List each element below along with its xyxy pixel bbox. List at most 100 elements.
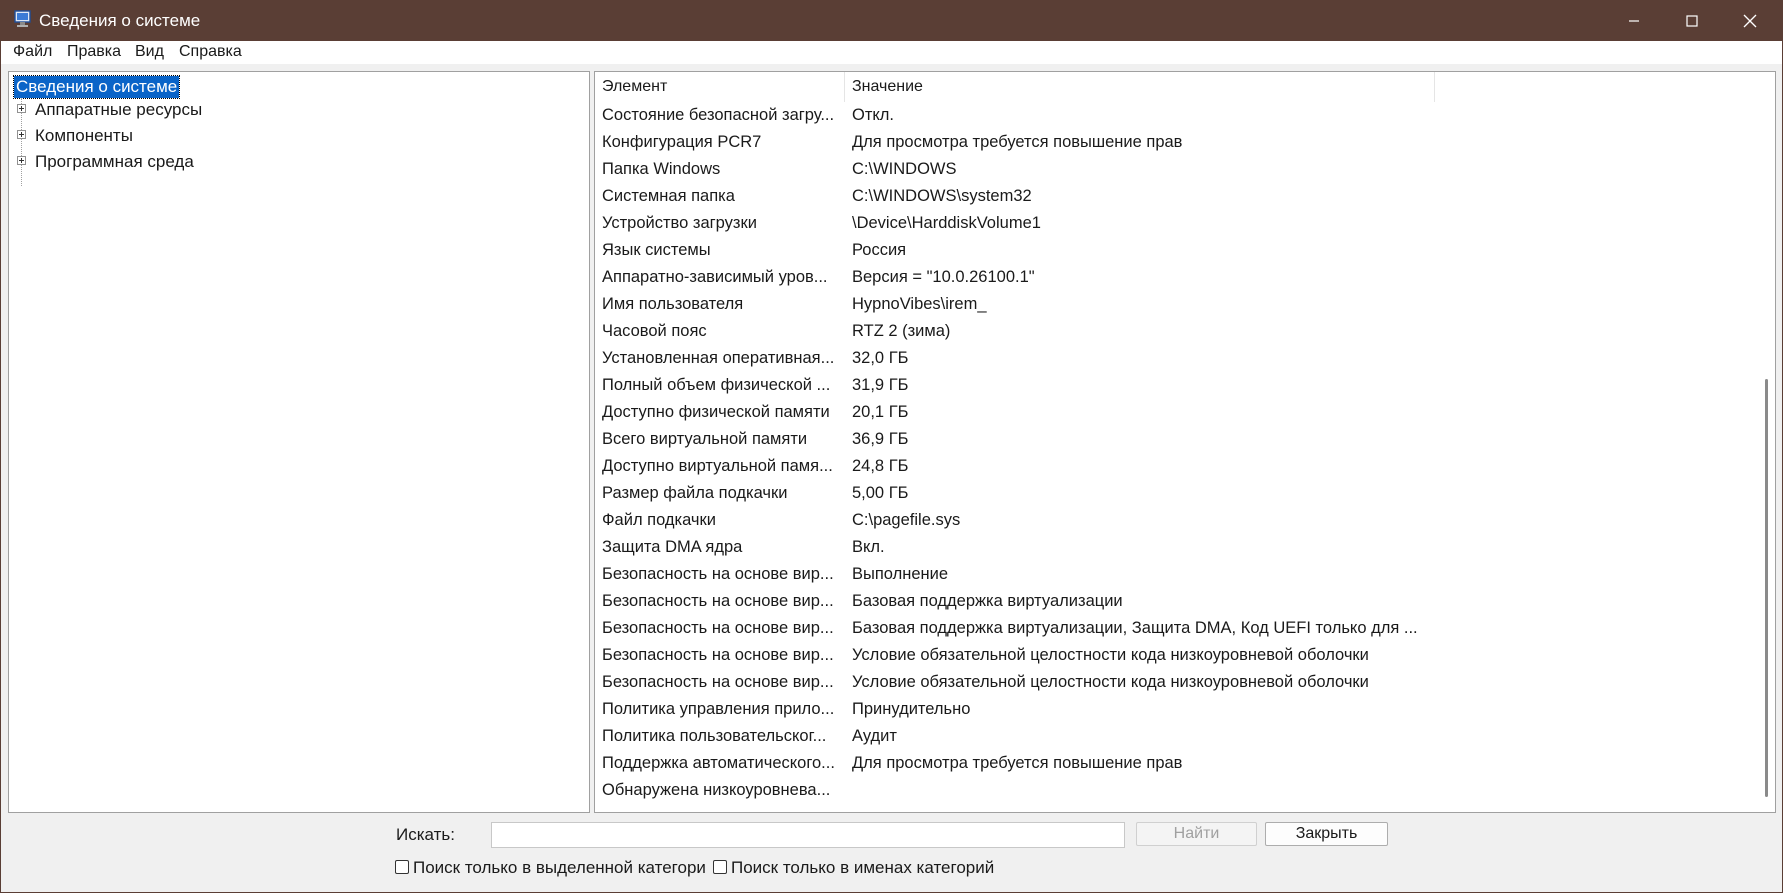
cell-element: Политика пользовательског...: [602, 727, 827, 745]
list-rows: Состояние безопасной загру... Откл. Конфиг…: [595, 102, 1761, 804]
table-row[interactable]: Полный объем физической ... 31,9 ГБ: [595, 372, 1761, 399]
close-icon: [1743, 14, 1757, 28]
table-row[interactable]: Конфигурация PCR7 Для просмотра требуется…: [595, 129, 1761, 156]
cell-element: Установленная оперативная...: [602, 349, 835, 367]
table-row[interactable]: Папка Windows C:\WINDOWS: [595, 156, 1761, 183]
minimize-button[interactable]: [1605, 1, 1663, 41]
title-bar[interactable]: Сведения о системе: [1, 1, 1782, 41]
column-header-element[interactable]: Элемент: [595, 72, 845, 102]
cell-value: Аудит: [852, 727, 897, 745]
cell-element: Состояние безопасной загру...: [602, 106, 835, 124]
cell-value: Базовая поддержка виртуализации, Защита …: [852, 619, 1418, 637]
table-row[interactable]: Имя пользователя HypnoVibes\irem_: [595, 291, 1761, 318]
cell-element: Защита DMA ядра: [602, 538, 743, 556]
table-row[interactable]: Политика управления прило... Принудительн…: [595, 696, 1761, 723]
menu-help[interactable]: Справка: [179, 43, 242, 61]
table-row[interactable]: Безопасность на основе вир... Условие обя…: [595, 669, 1761, 696]
cell-element: Поддержка автоматического...: [602, 754, 835, 772]
tree-item-label: Программная среда: [35, 152, 194, 171]
maximize-button[interactable]: [1663, 1, 1721, 41]
cell-element: Безопасность на основе вир...: [602, 592, 834, 610]
cell-value: Для просмотра требуется повышение прав: [852, 754, 1183, 772]
menu-file[interactable]: Файл: [13, 43, 52, 61]
checkbox-label: Поиск только в выделенной категори: [413, 858, 706, 877]
table-row[interactable]: Всего виртуальной памяти 36,9 ГБ: [595, 426, 1761, 453]
table-row[interactable]: Размер файла подкачки 5,00 ГБ: [595, 480, 1761, 507]
cell-element: Обнаружена низкоуровнева...: [602, 781, 831, 799]
cell-element: Безопасность на основе вир...: [602, 646, 834, 664]
scrollbar-thumb[interactable]: [1765, 379, 1768, 797]
table-row[interactable]: Защита DMA ядра Вкл.: [595, 534, 1761, 561]
cell-value: Условие обязательной целостности кода ни…: [852, 673, 1369, 691]
tree-root-system-summary[interactable]: Сведения о системе: [12, 75, 181, 99]
cell-value: C:\WINDOWS: [852, 160, 957, 178]
table-row[interactable]: Доступно физической памяти 20,1 ГБ: [595, 399, 1761, 426]
menu-view[interactable]: Вид: [135, 43, 164, 61]
category-tree[interactable]: Сведения о системе Аппаратные ресурсы Ко…: [8, 71, 590, 813]
menu-bar: Файл Правка Вид Справка: [1, 41, 1782, 64]
table-row[interactable]: Политика пользовательског... Аудит: [595, 723, 1761, 750]
table-row[interactable]: Файл подкачки C:\pagefile.sys: [595, 507, 1761, 534]
table-row[interactable]: Часовой пояс RTZ 2 (зима): [595, 318, 1761, 345]
table-row[interactable]: Установленная оперативная... 32,0 ГБ: [595, 345, 1761, 372]
tree-item-label: Компоненты: [35, 126, 133, 145]
table-row[interactable]: Обнаружена низкоуровнева...: [595, 777, 1761, 804]
find-button[interactable]: Найти: [1136, 822, 1257, 846]
cell-element: Всего виртуальной памяти: [602, 430, 808, 448]
table-row[interactable]: Поддержка автоматического... Для просмотр…: [595, 750, 1761, 777]
cell-element: Полный объем физической ...: [602, 376, 831, 394]
cell-element: Доступно виртуальной памя...: [602, 457, 833, 475]
table-row[interactable]: Безопасность на основе вир... Условие обя…: [595, 642, 1761, 669]
expand-icon[interactable]: [17, 104, 26, 113]
option-search-selected-category[interactable]: Поиск только в выделенной категори: [395, 858, 707, 878]
table-row[interactable]: Состояние безопасной загру... Откл.: [595, 102, 1761, 129]
cell-value: RTZ 2 (зима): [852, 322, 951, 340]
cell-element: Конфигурация PCR7: [602, 133, 762, 151]
cell-value: HypnoVibes\irem_: [852, 295, 987, 313]
checkbox-selected-category[interactable]: [395, 860, 409, 874]
cell-element: Безопасность на основе вир...: [602, 565, 834, 583]
option-search-category-names[interactable]: Поиск только в именах категорий: [713, 858, 1013, 878]
table-row[interactable]: Безопасность на основе вир... Выполнение: [595, 561, 1761, 588]
window-title: Сведения о системе: [39, 11, 201, 30]
cell-value: 36,9 ГБ: [852, 430, 909, 448]
column-header-value[interactable]: Значение: [845, 72, 1435, 102]
search-label: Искать:: [396, 825, 455, 844]
cell-value: C:\pagefile.sys: [852, 511, 961, 529]
table-row[interactable]: Системная папка C:\WINDOWS\system32: [595, 183, 1761, 210]
expand-icon[interactable]: [17, 130, 26, 139]
table-row[interactable]: Безопасность на основе вир... Базовая под…: [595, 615, 1761, 642]
tree-item-label: Аппаратные ресурсы: [35, 100, 203, 119]
cell-value: C:\WINDOWS\system32: [852, 187, 1032, 205]
cell-value: Откл.: [852, 106, 895, 124]
table-row[interactable]: Безопасность на основе вир... Базовая под…: [595, 588, 1761, 615]
table-row[interactable]: Язык системы Россия: [595, 237, 1761, 264]
list-header: Элемент Значение: [595, 72, 1775, 102]
search-input[interactable]: [491, 822, 1125, 848]
vertical-scrollbar[interactable]: [1759, 72, 1775, 812]
system-information-app-icon: [14, 10, 31, 27]
close-button[interactable]: Закрыть: [1265, 822, 1388, 846]
cell-value: Принудительно: [852, 700, 971, 718]
minimize-icon: [1629, 20, 1639, 22]
column-divider[interactable]: [1434, 72, 1435, 102]
cell-value: \Device\HarddiskVolume1: [852, 214, 1041, 232]
cell-value: Условие обязательной целостности кода ни…: [852, 646, 1369, 664]
table-row[interactable]: Устройство загрузки \Device\HarddiskVolum…: [595, 210, 1761, 237]
details-list[interactable]: Элемент Значение Состояние безопасной за…: [594, 71, 1776, 813]
cell-value: 32,0 ГБ: [852, 349, 909, 367]
cell-element: Безопасность на основе вир...: [602, 619, 834, 637]
cell-value: Базовая поддержка виртуализации: [852, 592, 1123, 610]
cell-value: Для просмотра требуется повышение прав: [852, 133, 1183, 151]
close-window-button[interactable]: [1721, 1, 1779, 41]
table-row[interactable]: Аппаратно-зависимый уров... Версия = "10.…: [595, 264, 1761, 291]
table-row[interactable]: Доступно виртуальной памя... 24,8 ГБ: [595, 453, 1761, 480]
menu-edit[interactable]: Правка: [67, 43, 121, 61]
cell-element: Папка Windows: [602, 160, 721, 178]
expand-icon[interactable]: [17, 156, 26, 165]
cell-value: Вкл.: [852, 538, 885, 556]
cell-value: Выполнение: [852, 565, 949, 583]
checkbox-label: Поиск только в именах категорий: [731, 858, 995, 877]
checkbox-category-names[interactable]: [713, 860, 727, 874]
cell-element: Системная папка: [602, 187, 735, 205]
